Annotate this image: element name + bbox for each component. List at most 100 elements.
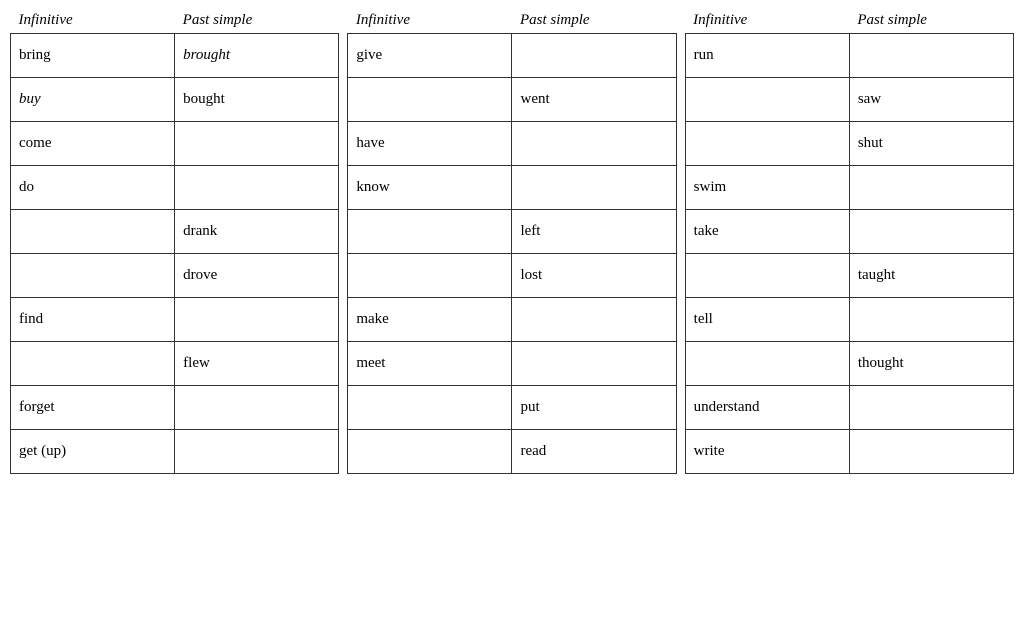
infinitive-cell [348, 430, 512, 474]
past-simple-cell: bought [175, 78, 339, 122]
infinitive-cell: tell [685, 298, 849, 342]
infinitive-cell [11, 254, 175, 298]
table-row: left [348, 210, 676, 254]
infinitive-cell [685, 254, 849, 298]
table-row: drank [11, 210, 339, 254]
infinitive-cell: buy [11, 78, 175, 122]
past-simple-cell: went [512, 78, 676, 122]
infinitive-cell [348, 386, 512, 430]
infinitive-cell [348, 210, 512, 254]
table-row: take [685, 210, 1013, 254]
infinitive-header: Infinitive [348, 10, 512, 34]
infinitive-cell [11, 342, 175, 386]
table-row: shut [685, 122, 1013, 166]
past-simple-cell: drove [175, 254, 339, 298]
past-simple-header: Past simple [512, 10, 676, 34]
table-row: saw [685, 78, 1013, 122]
past-simple-cell [512, 34, 676, 78]
page-container: InfinitivePast simplebringbroughtbuyboug… [10, 10, 1014, 474]
infinitive-cell [685, 78, 849, 122]
table-row: understand [685, 386, 1013, 430]
table-row: went [348, 78, 676, 122]
past-simple-cell [175, 298, 339, 342]
table-row: swim [685, 166, 1013, 210]
past-simple-cell [175, 386, 339, 430]
past-simple-header: Past simple [175, 10, 339, 34]
past-simple-cell [175, 122, 339, 166]
table-row: read [348, 430, 676, 474]
table-row: write [685, 430, 1013, 474]
infinitive-cell: write [685, 430, 849, 474]
past-simple-cell [175, 430, 339, 474]
infinitive-cell: forget [11, 386, 175, 430]
table-row: make [348, 298, 676, 342]
table-row: meet [348, 342, 676, 386]
table-row: buybought [11, 78, 339, 122]
infinitive-cell [685, 342, 849, 386]
infinitive-cell: do [11, 166, 175, 210]
past-simple-cell: brought [175, 34, 339, 78]
infinitive-header: Infinitive [685, 10, 849, 34]
past-simple-cell: saw [849, 78, 1013, 122]
table-row: taught [685, 254, 1013, 298]
past-simple-cell [512, 298, 676, 342]
verb-table-2: InfinitivePast simplegivewenthaveknowlef… [347, 10, 676, 474]
past-simple-cell: lost [512, 254, 676, 298]
infinitive-cell: give [348, 34, 512, 78]
verb-table-1: InfinitivePast simplebringbroughtbuyboug… [10, 10, 339, 474]
past-simple-cell [849, 34, 1013, 78]
table-row: flew [11, 342, 339, 386]
table-row: drove [11, 254, 339, 298]
past-simple-cell: drank [175, 210, 339, 254]
past-simple-cell: read [512, 430, 676, 474]
infinitive-cell: bring [11, 34, 175, 78]
past-simple-cell: flew [175, 342, 339, 386]
table-row: tell [685, 298, 1013, 342]
verb-table-3: InfinitivePast simplerunsawshutswimtaket… [685, 10, 1014, 474]
past-simple-cell: put [512, 386, 676, 430]
past-simple-cell [849, 430, 1013, 474]
infinitive-cell: run [685, 34, 849, 78]
infinitive-cell: know [348, 166, 512, 210]
past-simple-cell [512, 122, 676, 166]
table-row: give [348, 34, 676, 78]
table-row: get (up) [11, 430, 339, 474]
infinitive-cell: get (up) [11, 430, 175, 474]
past-simple-cell [849, 298, 1013, 342]
table-row: put [348, 386, 676, 430]
table-row: lost [348, 254, 676, 298]
past-simple-cell [512, 166, 676, 210]
table-row: come [11, 122, 339, 166]
infinitive-cell: have [348, 122, 512, 166]
infinitive-cell [348, 78, 512, 122]
table-row: forget [11, 386, 339, 430]
infinitive-cell [685, 122, 849, 166]
past-simple-cell: shut [849, 122, 1013, 166]
infinitive-cell: understand [685, 386, 849, 430]
table-row: thought [685, 342, 1013, 386]
table-row: bringbrought [11, 34, 339, 78]
past-simple-cell [512, 342, 676, 386]
past-simple-cell: thought [849, 342, 1013, 386]
infinitive-cell: take [685, 210, 849, 254]
past-simple-cell: left [512, 210, 676, 254]
table-row: run [685, 34, 1013, 78]
past-simple-cell: taught [849, 254, 1013, 298]
past-simple-cell [849, 210, 1013, 254]
tables-wrapper: InfinitivePast simplebringbroughtbuyboug… [10, 10, 1014, 474]
infinitive-cell [11, 210, 175, 254]
infinitive-cell: come [11, 122, 175, 166]
infinitive-header: Infinitive [11, 10, 175, 34]
infinitive-cell: find [11, 298, 175, 342]
infinitive-cell: meet [348, 342, 512, 386]
past-simple-cell [849, 166, 1013, 210]
infinitive-cell [348, 254, 512, 298]
past-simple-header: Past simple [849, 10, 1013, 34]
past-simple-cell [175, 166, 339, 210]
infinitive-cell: make [348, 298, 512, 342]
infinitive-cell: swim [685, 166, 849, 210]
table-row: do [11, 166, 339, 210]
table-row: find [11, 298, 339, 342]
table-row: have [348, 122, 676, 166]
table-row: know [348, 166, 676, 210]
